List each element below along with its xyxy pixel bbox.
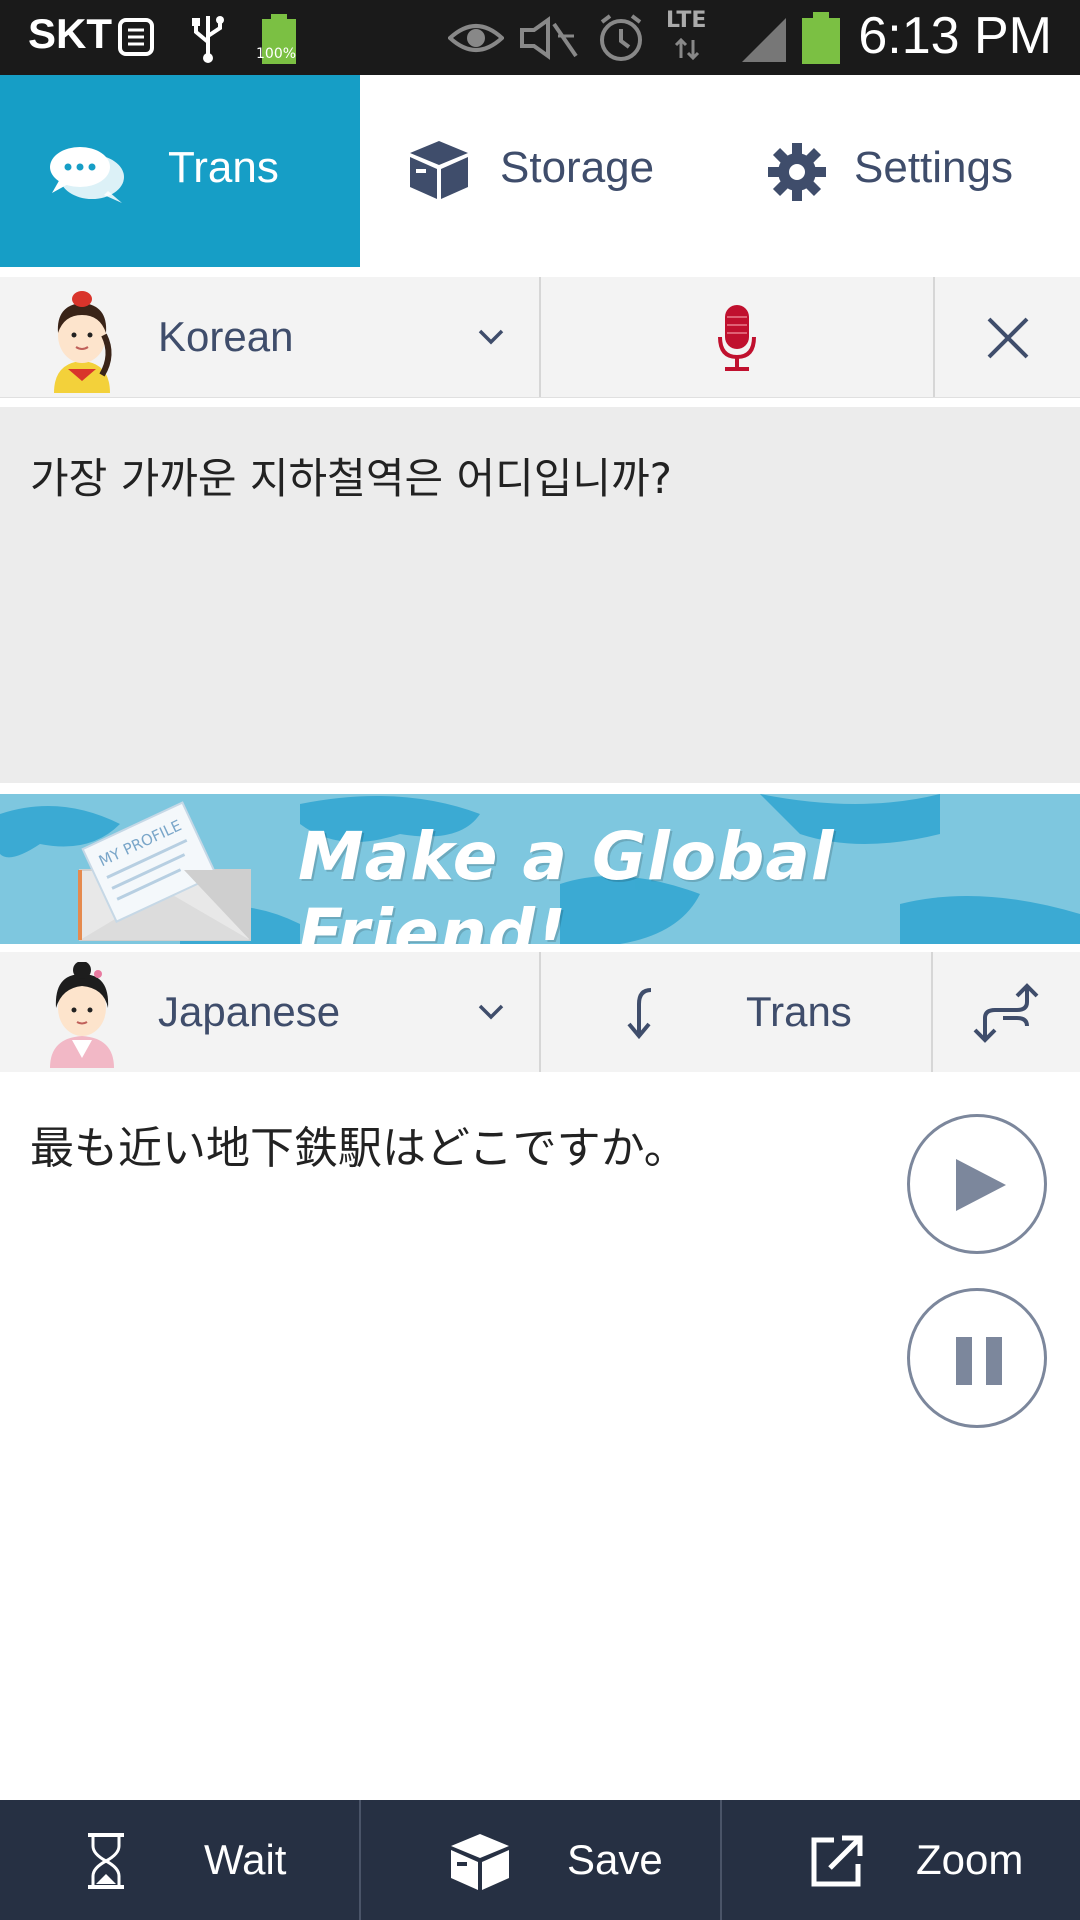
eye-icon <box>448 24 504 52</box>
mic-button[interactable] <box>541 277 933 397</box>
target-language-row: Japanese Trans <box>0 952 1080 1073</box>
save-label: Save <box>567 1836 663 1883</box>
play-icon <box>956 1159 1006 1211</box>
target-language-name: Japanese <box>158 988 341 1035</box>
bottom-action-bar: Wait Save Zoom <box>0 1800 1080 1920</box>
data-arrows-icon <box>674 37 700 61</box>
tab-storage-label: Storage <box>500 143 655 192</box>
microphone-icon <box>718 305 756 371</box>
tab-storage[interactable]: Storage <box>360 75 720 267</box>
play-button[interactable] <box>907 1114 1047 1254</box>
source-text-area[interactable]: 가장 가까운 지하철역은 어디입니까? <box>0 407 1080 783</box>
target-text: 最も近い地下鉄駅はどこですか。 <box>30 1123 688 1174</box>
tab-trans-label: Trans <box>168 143 279 192</box>
battery-percent: 100% <box>256 46 297 62</box>
source-language-row: Korean <box>0 277 1080 398</box>
banner-text: Make a Global Friend! <box>298 818 835 944</box>
swap-icon <box>973 983 1039 1043</box>
source-text: 가장 가까운 지하철역은 어디입니까? <box>30 454 672 503</box>
close-icon <box>987 317 1029 359</box>
hourglass-icon <box>88 1833 124 1889</box>
top-tab-bar: Trans Storage Settings <box>0 75 1080 267</box>
wait-button[interactable]: Wait <box>0 1800 360 1920</box>
tab-trans[interactable]: Trans <box>0 75 360 267</box>
notes-icon <box>118 18 154 56</box>
usb-icon <box>192 16 224 63</box>
ad-banner[interactable]: MY PROFILE Make a Global Friend! <box>0 794 1080 944</box>
box-icon <box>451 1834 509 1890</box>
zoom-button[interactable]: Zoom <box>722 1800 1080 1920</box>
korean-avatar <box>54 291 112 393</box>
battery-icon-right <box>802 12 840 64</box>
signal-icon <box>742 18 786 62</box>
tab-settings-label: Settings <box>854 143 1013 192</box>
status-bar: SKT 100% LTE 6:13 PM <box>0 0 1080 75</box>
chevron-down-icon <box>478 1004 504 1020</box>
envelope-icon: MY PROFILE <box>78 801 251 941</box>
external-link-icon <box>811 1835 863 1887</box>
curved-arrow-down-icon <box>627 988 652 1040</box>
target-language-dropdown[interactable] <box>440 952 540 1072</box>
swap-languages-button[interactable] <box>933 952 1080 1072</box>
source-language-name: Korean <box>158 313 294 360</box>
chevron-down-icon <box>478 329 504 345</box>
translate-button-label: Trans <box>746 988 852 1035</box>
clear-button[interactable] <box>935 277 1080 397</box>
carrier-label: SKT <box>28 10 112 57</box>
pause-icon <box>956 1337 1002 1385</box>
source-language-dropdown[interactable] <box>440 277 540 397</box>
network-label: LTE <box>666 8 707 33</box>
mute-icon <box>520 16 578 60</box>
clock: 6:13 PM <box>858 7 1052 65</box>
wait-label: Wait <box>204 1836 287 1883</box>
tab-settings[interactable]: Settings <box>720 75 1080 267</box>
japanese-avatar <box>50 962 114 1068</box>
gear-icon <box>768 143 826 201</box>
zoom-label: Zoom <box>916 1836 1024 1883</box>
alarm-icon <box>600 14 642 61</box>
pause-button[interactable] <box>907 1288 1047 1428</box>
translate-button[interactable]: Trans <box>541 952 931 1072</box>
save-button[interactable]: Save <box>361 1800 721 1920</box>
chat-bubbles-icon <box>50 147 124 203</box>
box-icon <box>410 141 468 199</box>
